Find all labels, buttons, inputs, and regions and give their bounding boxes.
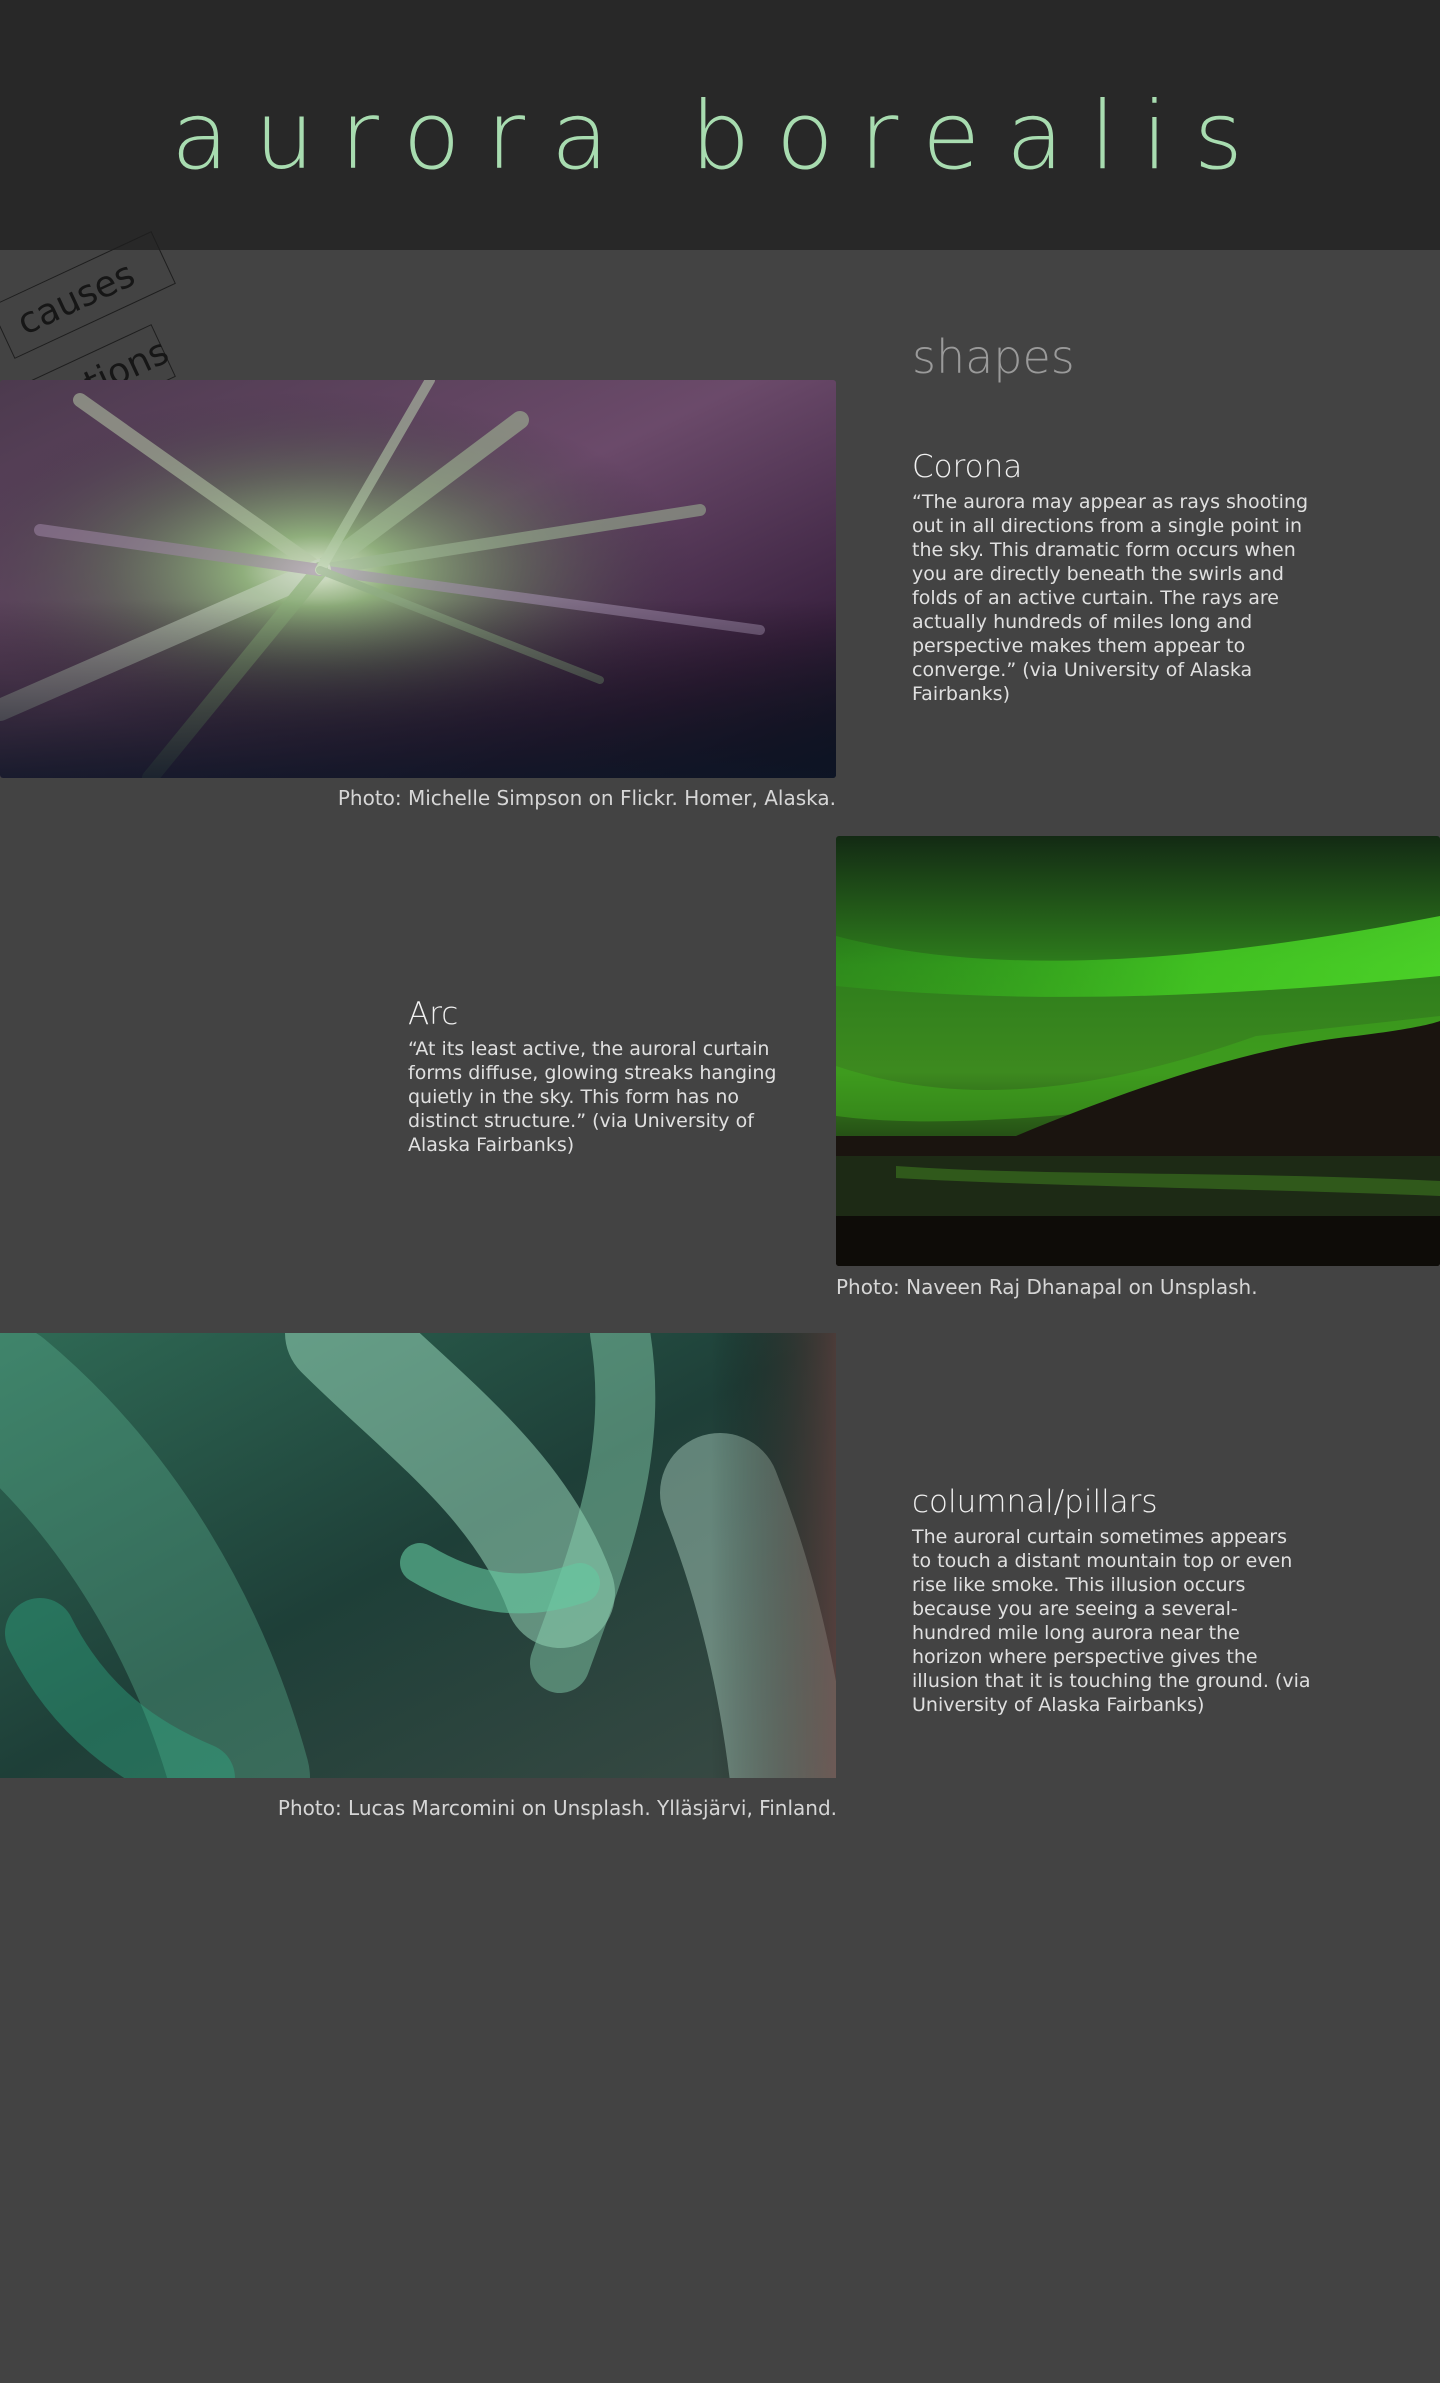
- entry-title: Corona: [912, 449, 1023, 485]
- corona-photo: [0, 380, 836, 778]
- section-heading: shapes: [912, 330, 1075, 384]
- entry-text: “At its least active, the auroral curtai…: [408, 1038, 777, 1156]
- entry-title: columnal/pillars: [912, 1484, 1158, 1520]
- entry-corona: Corona “The aurora may appear as rays sh…: [912, 448, 1312, 706]
- entry-arc: Arc “At its least active, the auroral cu…: [408, 995, 778, 1157]
- pillars-photo-caption: Photo: Lucas Marcomini on Unsplash. Yllä…: [277, 1796, 837, 1820]
- entry-pillars: columnal/pillars The auroral curtain som…: [912, 1483, 1312, 1717]
- site-header: aurora borealis: [0, 0, 1440, 250]
- corona-photo-caption: Photo: Michelle Simpson on Flickr. Homer…: [337, 786, 836, 810]
- entry-title: Arc: [408, 996, 459, 1032]
- arc-photo: [836, 836, 1440, 1266]
- entry-text: The auroral curtain sometimes appears to…: [912, 1526, 1311, 1716]
- arc-photo-caption: Photo: Naveen Raj Dhanapal on Unsplash.: [836, 1275, 1258, 1299]
- entry-text: “The aurora may appear as rays shooting …: [912, 491, 1309, 705]
- site-title: aurora borealis: [171, 82, 1269, 191]
- pillars-photo: [0, 1333, 836, 1778]
